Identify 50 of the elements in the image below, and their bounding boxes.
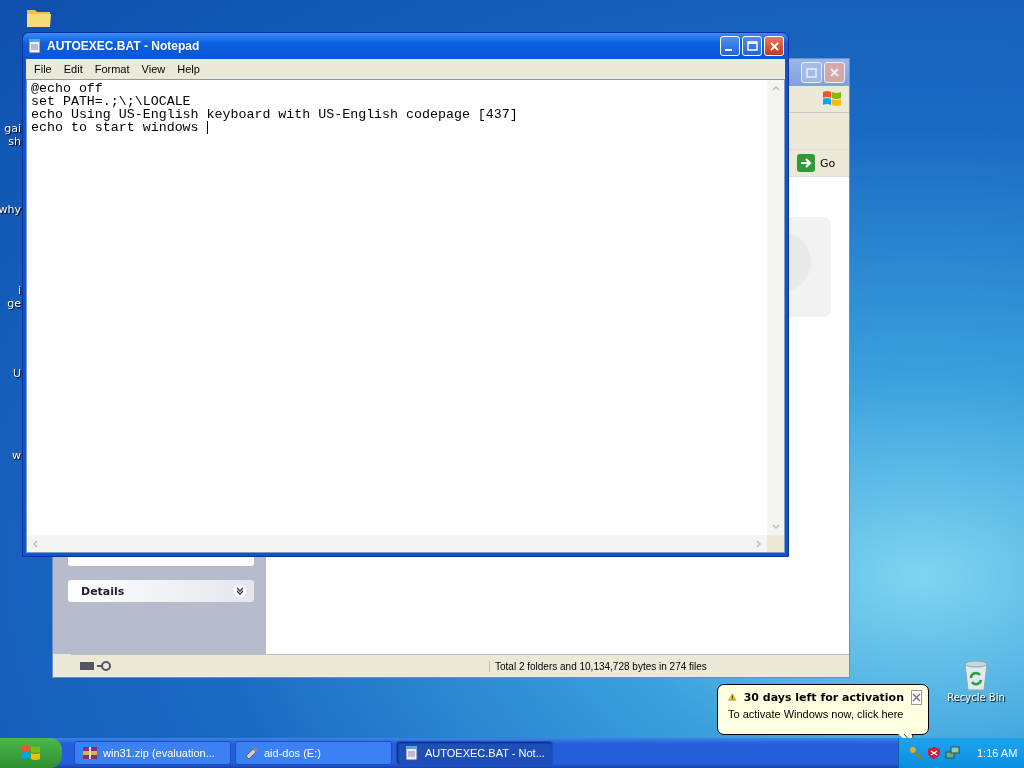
minimize-button[interactable] <box>720 36 740 56</box>
icon-label[interactable]: U <box>12 367 21 380</box>
windows-logo-icon <box>20 743 42 763</box>
maximize-icon <box>746 41 758 51</box>
minimize-icon <box>725 49 732 51</box>
text-cursor <box>206 121 208 134</box>
start-button[interactable] <box>0 738 62 768</box>
drive-icon <box>79 660 113 672</box>
close-icon <box>768 40 780 52</box>
taskbar-button[interactable]: aid-dos (E:) <box>235 741 392 765</box>
text-line: @echo off <box>31 82 103 95</box>
menu-item[interactable]: Edit <box>57 63 89 75</box>
usb-drive-icon <box>243 745 259 761</box>
windows-logo-icon <box>821 89 843 109</box>
icon-label[interactable]: gai <box>4 122 21 135</box>
notepad-icon <box>404 745 420 761</box>
go-button[interactable]: Go <box>797 154 841 172</box>
notification-balloon[interactable]: 30 days left for activation To activate Windows now, click here <box>717 684 929 735</box>
details-panel-header[interactable]: Details <box>68 580 254 602</box>
menu-item[interactable]: File <box>28 63 58 75</box>
notepad-icon <box>27 38 43 54</box>
window-title: AUTOEXEC.BAT - Notepad <box>47 39 201 53</box>
arrow-icon <box>797 154 815 172</box>
text-line: echo Using US-English keyboard with US-English codepage [437] <box>31 108 518 121</box>
taskbar-button[interactable]: AUTOEXEC.BAT - Not... <box>396 741 553 765</box>
close-icon <box>912 692 921 702</box>
text-line: echo to start windows <box>31 121 200 134</box>
status-text: Total 2 folders and 10,134,728 bytes in 274 files <box>489 660 707 672</box>
taskbar-button[interactable]: win31.zip (evaluation... <box>74 741 231 765</box>
text-line: set PATH=.;\;\LOCALE <box>31 95 191 108</box>
shield-icon[interactable] <box>927 746 941 760</box>
maximize-button[interactable] <box>742 36 762 56</box>
chevron-icon <box>234 585 246 597</box>
icon-label[interactable]: w <box>12 449 21 462</box>
menu-item[interactable]: Help <box>171 63 206 75</box>
menu-item[interactable]: Format <box>88 63 136 75</box>
vertical-scrollbar[interactable] <box>767 80 784 535</box>
icon-label[interactable]: i <box>17 284 21 297</box>
icon-label[interactable]: sh <box>8 135 21 148</box>
menu-item[interactable]: View <box>135 63 172 75</box>
close-icon <box>829 67 840 78</box>
close-button[interactable] <box>911 689 922 705</box>
archive-icon <box>82 745 98 761</box>
balloon-message: To activate Windows now, click here <box>728 708 905 720</box>
maximize-icon <box>806 67 817 78</box>
horizontal-scrollbar[interactable] <box>27 535 767 552</box>
icon-label[interactable]: ge <box>7 297 21 310</box>
size-grip[interactable] <box>767 535 784 552</box>
network-icon[interactable] <box>945 746 961 760</box>
balloon-title: 30 days left for activation <box>743 690 904 704</box>
